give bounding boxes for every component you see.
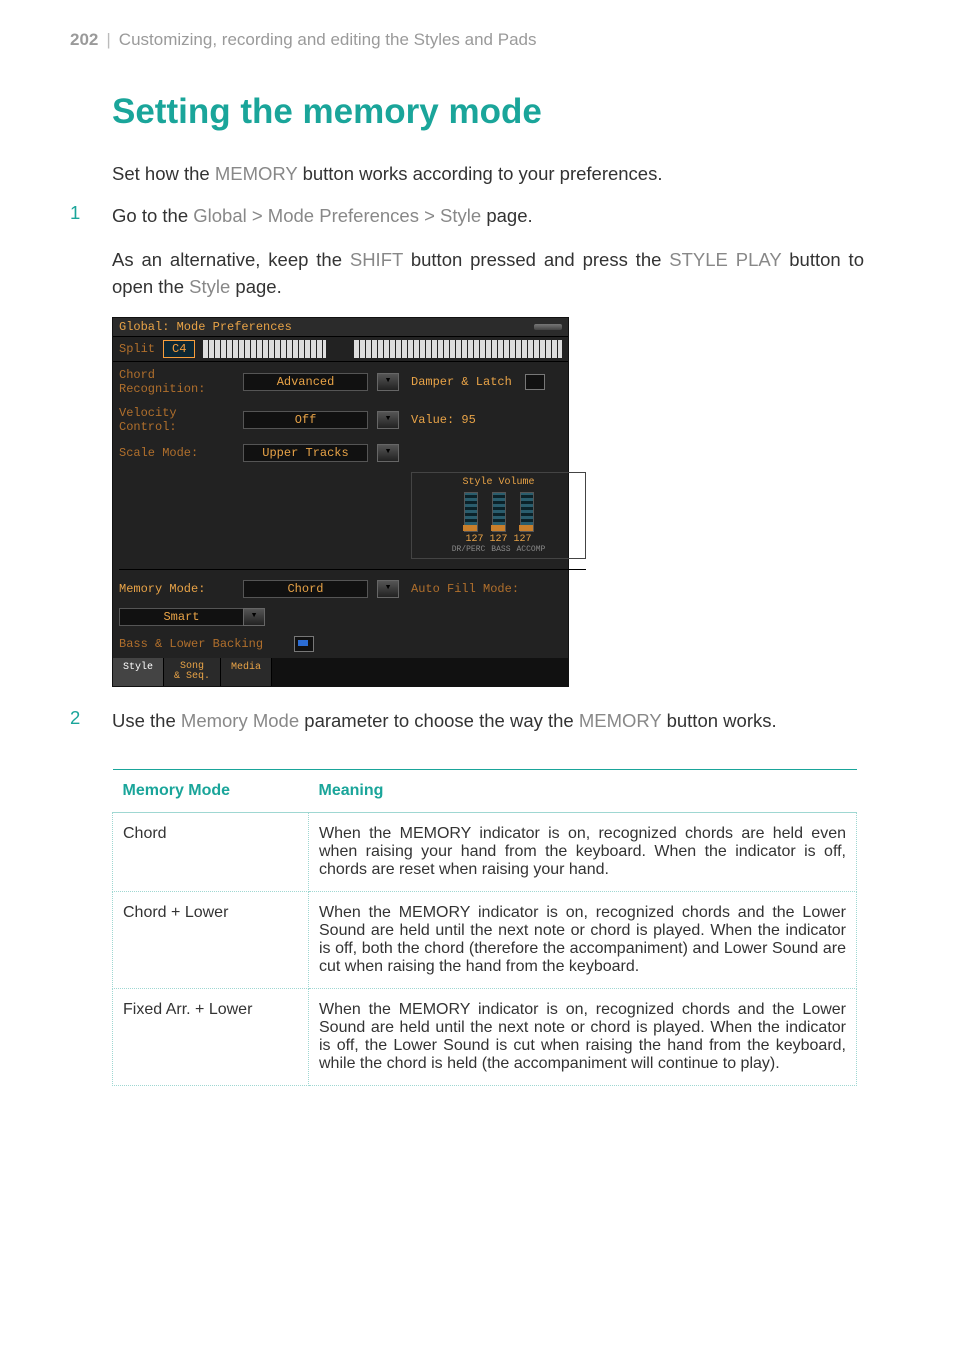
vol-lab-0: DR/PERC [452, 545, 486, 554]
tab-song-seq[interactable]: Song & Seq. [164, 658, 221, 686]
table-row: Fixed Arr. + Lower When the MEMORY indic… [113, 988, 857, 1085]
split-value[interactable]: C4 [163, 340, 195, 358]
vol-val-1: 127 [489, 534, 507, 545]
table-row: Chord When the MEMORY indicator is on, r… [113, 812, 857, 891]
damper-latch-row: Damper & Latch [411, 374, 586, 390]
s1ab: SHIFT [350, 249, 403, 270]
vol-lab-1: BASS [491, 545, 510, 554]
table-header-row: Memory Mode Meaning [113, 769, 857, 812]
th-meaning: Meaning [309, 769, 857, 812]
lcd-title-text: Global: Mode Preferences [119, 320, 292, 334]
s1aa: As an alternative, keep the [112, 249, 350, 270]
style-volume-title: Style Volume [416, 477, 581, 488]
step-2-text: Use the Memory Mode parameter to choose … [112, 707, 864, 735]
intro-post: button works according to your preferenc… [297, 163, 662, 184]
tab-media[interactable]: Media [221, 658, 272, 686]
table-row: Chord + Lower When the MEMORY indicator … [113, 891, 857, 988]
velocity-control-select[interactable]: Off [243, 411, 368, 429]
page-number: 202 [70, 30, 98, 49]
lcd-tabs: Style Song & Seq. Media [113, 658, 568, 686]
s1c: page. [481, 205, 532, 226]
s1af: Style [189, 276, 230, 297]
intro-key: MEMORY [215, 163, 298, 184]
step-1-number: 1 [70, 202, 80, 224]
bass-lower-text: Bass & Lower Backing [119, 637, 263, 651]
mode-cell: Fixed Arr. + Lower [113, 988, 309, 1085]
vol-lab-2: ACCOMP [517, 545, 546, 554]
velocity-control-label: Velocity Control: [119, 406, 239, 434]
meaning-cell: When the MEMORY indicator is on, recogni… [309, 988, 857, 1085]
chord-recognition-select[interactable]: Advanced [243, 373, 368, 391]
running-header: 202|Customizing, recording and editing t… [70, 30, 864, 50]
vol-val-2: 127 [514, 534, 532, 545]
mode-cell: Chord [113, 812, 309, 891]
volume-slider-accomp[interactable] [520, 492, 534, 532]
s1ag: page. [230, 276, 281, 297]
keyboard-upper-icon [354, 340, 562, 358]
step-1-text: Go to the Global > Mode Preferences > St… [112, 202, 864, 230]
lcd-titlebar: Global: Mode Preferences [113, 318, 568, 336]
damper-latch-checkbox[interactable] [525, 374, 545, 390]
volume-slider-bass[interactable] [492, 492, 506, 532]
keyboard-lower-icon [203, 340, 326, 358]
velocity-control-dropdown-icon[interactable]: ▾ [377, 411, 399, 429]
s2a: Use the [112, 710, 181, 731]
bass-lower-checkbox[interactable] [294, 636, 314, 652]
s1ad: STYLE PLAY [669, 249, 781, 270]
damper-latch-label: Damper & Latch [411, 375, 512, 389]
auto-fill-select[interactable]: Smart [119, 608, 244, 626]
meaning-cell: When the MEMORY indicator is on, recogni… [309, 812, 857, 891]
memory-mode-table: Memory Mode Meaning Chord When the MEMOR… [112, 769, 857, 1086]
auto-fill-dropdown-icon[interactable]: ▾ [243, 608, 265, 626]
s1ac: button pressed and press the [403, 249, 669, 270]
scale-mode-dropdown-icon[interactable]: ▾ [377, 444, 399, 462]
vol-val-0: 127 [465, 534, 483, 545]
mode-cell: Chord + Lower [113, 891, 309, 988]
step-2-number: 2 [70, 707, 80, 729]
header-separator: | [98, 30, 118, 49]
s2b: Memory Mode [181, 710, 299, 731]
intro-pre: Set how the [112, 163, 215, 184]
scale-mode-label: Scale Mode: [119, 446, 239, 460]
volume-slider-drperc[interactable] [464, 492, 478, 532]
bass-lower-label: Bass & Lower Backing [119, 636, 373, 652]
lcd-screenshot: Global: Mode Preferences Split C4 Chord … [112, 317, 569, 687]
memory-mode-label: Memory Mode: [119, 582, 239, 596]
meaning-cell: When the MEMORY indicator is on, recogni… [309, 891, 857, 988]
chapter-title: Customizing, recording and editing the S… [119, 30, 537, 49]
s2c: parameter to choose the way the [299, 710, 579, 731]
intro-paragraph: Set how the MEMORY button works accordin… [112, 160, 864, 188]
split-gap [334, 340, 346, 358]
s2d: MEMORY [579, 710, 662, 731]
scale-mode-select[interactable]: Upper Tracks [243, 444, 368, 462]
page: 202|Customizing, recording and editing t… [0, 0, 954, 1354]
memory-mode-select[interactable]: Chord [243, 580, 368, 598]
auto-fill-label: Auto Fill Mode: [411, 582, 586, 596]
style-volume-panel: Style Volume 127 127 127 DR/PERC BASS AC… [411, 472, 586, 559]
memory-mode-dropdown-icon[interactable]: ▾ [377, 580, 399, 598]
velocity-value-text: Value: 95 [411, 413, 586, 427]
tab-style[interactable]: Style [113, 658, 164, 686]
step-1-alt: As an alternative, keep the SHIFT button… [112, 246, 864, 302]
split-row: Split C4 [113, 336, 568, 361]
lcd-form: Chord Recognition: Advanced ▾ Damper & L… [113, 361, 568, 658]
th-mode: Memory Mode [113, 769, 309, 812]
s1b: Global > Mode Preferences > Style [193, 205, 481, 226]
lcd-divider [119, 569, 586, 570]
page-title: Setting the memory mode [112, 92, 864, 132]
chord-recognition-dropdown-icon[interactable]: ▾ [377, 373, 399, 391]
lcd-titlebar-handle-icon[interactable] [534, 324, 562, 330]
s1a: Go to the [112, 205, 193, 226]
chord-recognition-label: Chord Recognition: [119, 368, 239, 396]
split-label: Split [119, 342, 155, 356]
s2e: button works. [661, 710, 776, 731]
